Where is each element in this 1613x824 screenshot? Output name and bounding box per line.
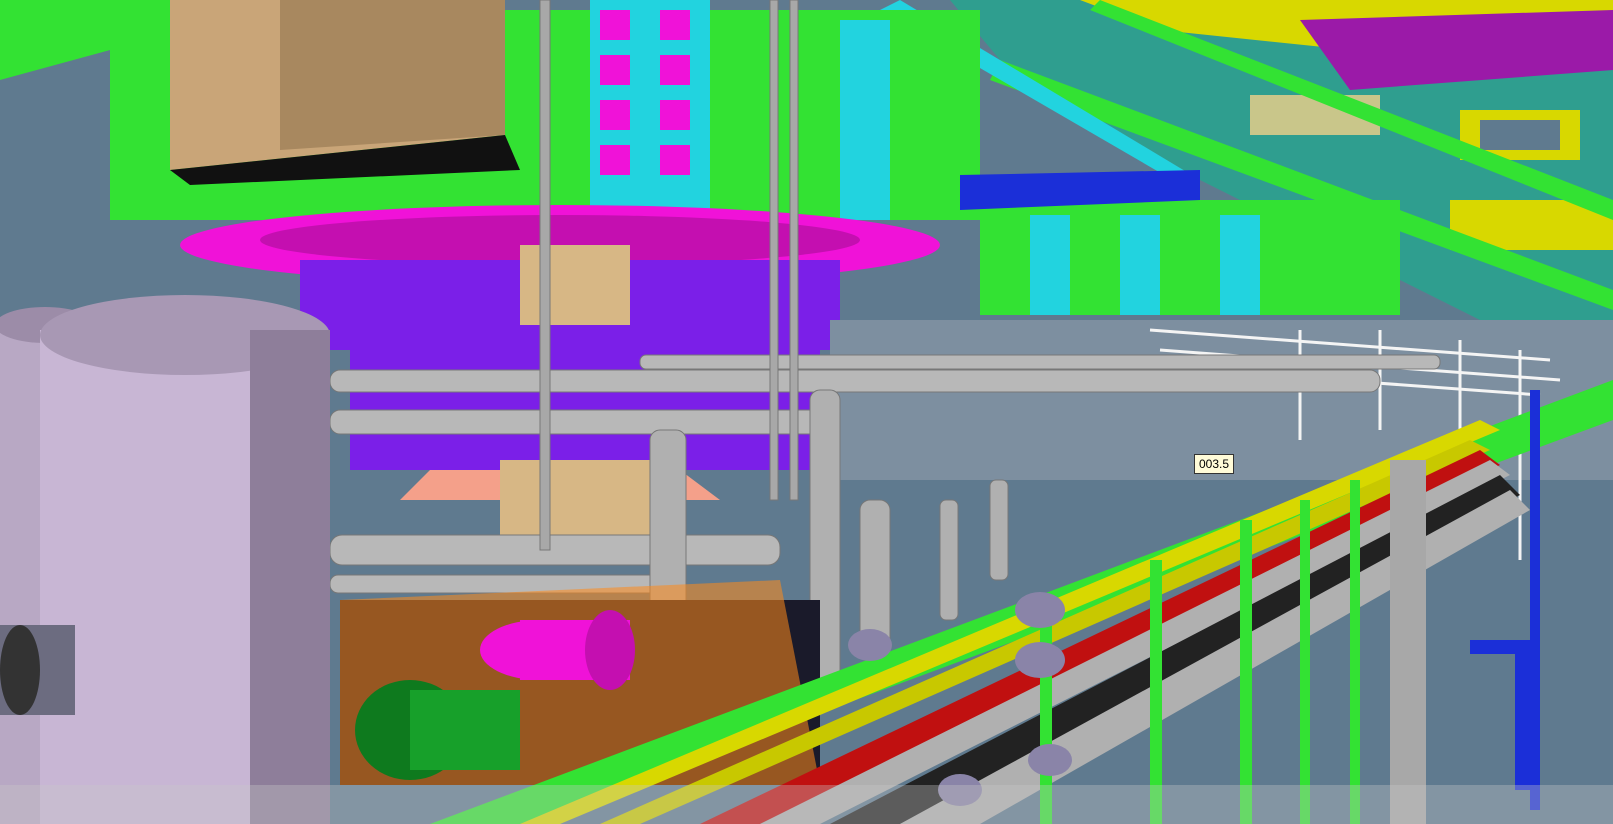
magenta-pump-flange xyxy=(585,610,635,690)
viewport-status-strip xyxy=(0,785,1613,824)
storage-vessel xyxy=(40,295,330,824)
cyan-cell-1 xyxy=(1030,215,1070,315)
blue-pipe-vertical xyxy=(1515,640,1530,790)
tan-column-lower xyxy=(500,460,650,540)
vessel-nozzle xyxy=(0,625,75,715)
tan-crate-shade xyxy=(280,0,505,150)
blue-pipe-right xyxy=(1530,390,1540,810)
plant-model-scene[interactable] xyxy=(0,0,1613,824)
cyan-cell-3 xyxy=(1220,215,1260,315)
green-motor-body xyxy=(410,690,520,770)
cyan-column xyxy=(840,20,890,220)
measurement-tag-label[interactable]: 003.5 xyxy=(1194,454,1235,474)
yellow-frame-void xyxy=(1480,120,1560,150)
3d-viewport[interactable]: 003.5 xyxy=(0,0,1613,824)
column-support xyxy=(1390,460,1426,824)
cyan-cell-2 xyxy=(1120,215,1160,315)
tan-column xyxy=(520,245,630,325)
